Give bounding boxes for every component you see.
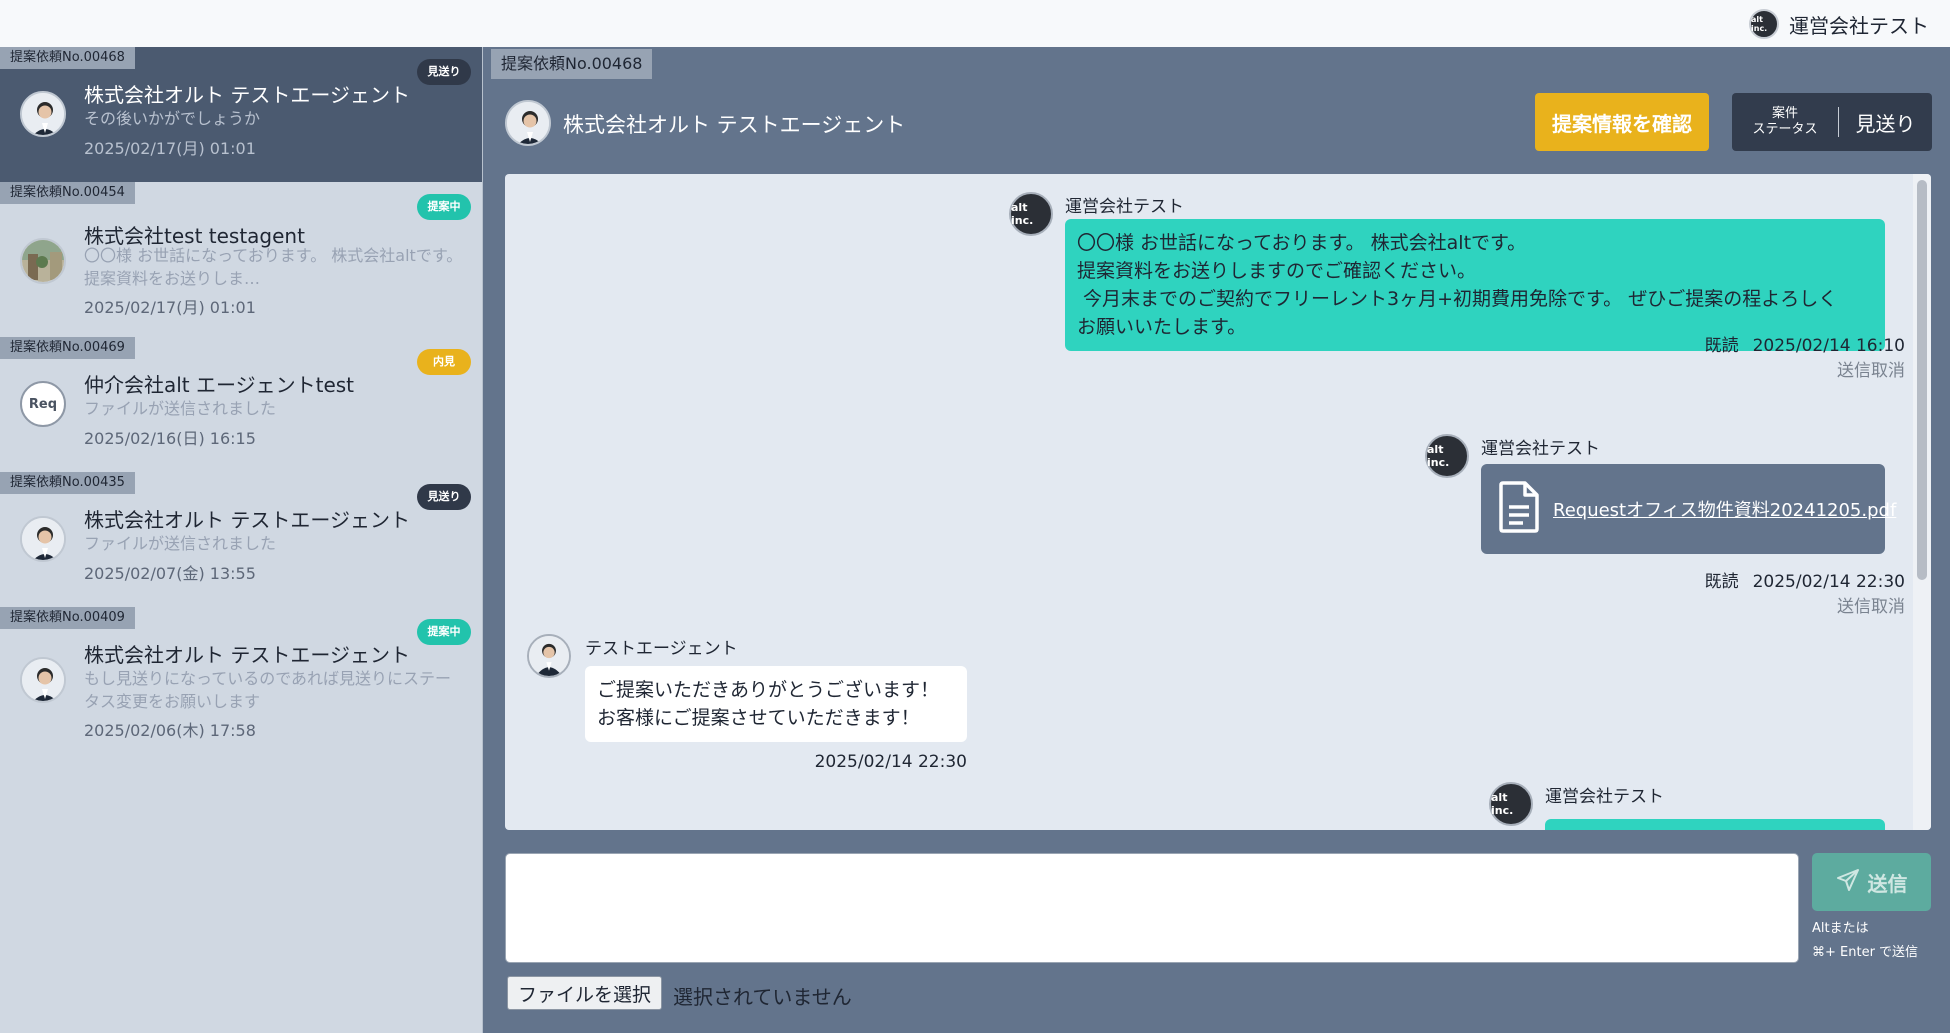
message-line: お客様にご提案させていただきます！	[597, 707, 920, 729]
send-label: 送信	[1867, 871, 1908, 896]
message-meta: 既読 2025/02/14 16:10	[1705, 331, 1905, 356]
timestamp: 2025/02/17(月) 01:01	[84, 298, 256, 317]
user-name: 運営会社テスト	[1789, 13, 1929, 38]
scrollbar[interactable]	[1913, 174, 1931, 830]
agent-avatar	[505, 100, 551, 146]
status-badge: 提案中	[417, 194, 471, 220]
proposal-list-item[interactable]: 提案依頼No.00468 見送り 株式会社オルト テストエージェント その後いか…	[0, 47, 483, 182]
read-receipt: 既読	[1704, 572, 1739, 592]
unsend-link[interactable]: 送信取消	[1837, 592, 1905, 617]
sender-avatar: alt inc.	[1489, 782, 1533, 826]
agent-avatar: Req	[20, 381, 66, 427]
agent-avatar	[20, 91, 66, 137]
unsend-link[interactable]: 送信取消	[1837, 356, 1905, 381]
agent-avatar	[527, 634, 571, 678]
file-download-link[interactable]: Requestオフィス物件資料20241205.pdf	[1553, 496, 1896, 522]
message-bubble	[1545, 819, 1885, 830]
proposal-list-item[interactable]: 提案依頼No.00454 提案中 株式会社test testagent 〇〇様 …	[0, 182, 483, 337]
message-meta: 既読 2025/02/14 22:30	[1705, 567, 1905, 592]
sender-name: 運営会社テスト	[1545, 787, 1664, 807]
company-name: 株式会社オルト テストエージェント	[84, 643, 410, 667]
message-input[interactable]	[505, 853, 1799, 963]
request-number: 提案依頼No.00409	[0, 607, 135, 629]
send-shortcut-hint: Altまたは ⌘+ Enter で送信	[1812, 917, 1918, 965]
status-badge: 提案中	[417, 619, 471, 645]
user-menu[interactable]: alt inc. 運営会社テスト	[1749, 8, 1929, 40]
chat-title: 株式会社オルト テストエージェント	[563, 113, 906, 137]
case-status-value: 見送り	[1855, 111, 1916, 136]
agent-avatar	[20, 238, 66, 284]
message-preview: その後いかがでしょうか	[84, 109, 261, 128]
sender-name: テストエージェント	[585, 639, 738, 659]
status-badge: 見送り	[417, 484, 471, 510]
sender-avatar: alt inc.	[1425, 434, 1469, 478]
proposal-list: 提案依頼No.00468 見送り 株式会社オルト テストエージェント その後いか…	[0, 47, 483, 1033]
message-line: ご提案いただきありがとうございます！	[597, 679, 940, 701]
status-badge: 見送り	[417, 59, 471, 85]
file-attachment-bubble[interactable]: Requestオフィス物件資料20241205.pdf	[1481, 464, 1896, 554]
read-receipt: 既読	[1704, 336, 1739, 356]
proposal-list-item[interactable]: 提案依頼No.00409 提案中 株式会社オルト テストエージェント もし見送り…	[0, 607, 483, 757]
choose-file-button[interactable]: ファイルを選択	[507, 976, 663, 1010]
sender-name: 運営会社テスト	[1481, 439, 1600, 459]
message-preview: ファイルが送信されました	[84, 534, 277, 553]
agent-avatar	[20, 516, 66, 562]
message-timestamp: 2025/02/14 16:10	[1752, 336, 1905, 356]
message-preview: ファイルが送信されました	[84, 399, 277, 418]
chat-main: 提案依頼No.00468 株式会社オルト テストエージェント 提案情報を確認 案…	[483, 47, 1950, 1033]
case-status-label: 案件 ステータス	[1732, 106, 1838, 138]
send-shortcut-line1: Altまたは	[1812, 921, 1869, 936]
company-name: 株式会社オルト テストエージェント	[84, 83, 410, 107]
message-timestamp: 2025/02/14 22:30	[814, 752, 967, 772]
send-shortcut-line2: ⌘+ Enter で送信	[1812, 945, 1919, 960]
company-name: 株式会社オルト テストエージェント	[84, 508, 410, 532]
agent-avatar	[20, 657, 66, 703]
proposal-list-item[interactable]: 提案依頼No.00469 内見 Req 仲介会社alt エージェントtest フ…	[0, 337, 483, 472]
message-preview: 〇〇様 お世話になっております。 株式会社altです。 提案資料をお送りしま…	[84, 246, 463, 288]
timestamp: 2025/02/07(金) 13:55	[84, 564, 256, 583]
top-header: alt inc. 運営会社テスト	[0, 0, 1950, 47]
message-line: 〇〇様 お世話になっております。 株式会社altです。	[1077, 232, 1527, 254]
message-preview: もし見送りになっているのであれば見送りにステータス変更をお願いします	[84, 669, 452, 711]
case-status-selector[interactable]: 案件 ステータス 見送り	[1732, 93, 1932, 151]
no-file-selected-text: 選択されていません	[673, 985, 852, 1009]
proposal-list-item[interactable]: 提案依頼No.00435 見送り 株式会社オルト テストエージェント ファイルが…	[0, 472, 483, 607]
message-bubble: ご提案いただきありがとうございます！ お客様にご提案させていただきます！	[585, 666, 967, 742]
timestamp: 2025/02/06(木) 17:58	[84, 721, 256, 740]
status-badge: 内見	[417, 349, 471, 375]
view-proposal-info-button[interactable]: 提案情報を確認	[1535, 93, 1709, 151]
sender-avatar: alt inc.	[1009, 192, 1053, 236]
message-timestamp: 2025/02/14 22:30	[1752, 572, 1905, 592]
company-name: 仲介会社alt エージェントtest	[84, 373, 355, 397]
request-number: 提案依頼No.00454	[0, 182, 135, 204]
timestamp: 2025/02/17(月) 01:01	[84, 139, 256, 158]
document-icon	[1497, 481, 1541, 537]
request-number: 提案依頼No.00468	[491, 49, 653, 79]
sender-name: 運営会社テスト	[1065, 197, 1184, 217]
paper-plane-icon	[1836, 868, 1860, 897]
request-number: 提案依頼No.00435	[0, 472, 135, 494]
scrollbar-thumb[interactable]	[1917, 180, 1927, 580]
message-line: 今月末までのご契約でフリーレント3ヶ月+初期費用免除です。 ぜひご提案の程よろし…	[1077, 288, 1838, 310]
send-button[interactable]: 送信	[1812, 853, 1931, 911]
request-number: 提案依頼No.00469	[0, 337, 135, 359]
message-thread[interactable]: alt inc. 運営会社テスト 〇〇様 お世話になっております。 株式会社al…	[505, 174, 1931, 830]
company-logo-icon: alt inc.	[1749, 9, 1779, 39]
timestamp: 2025/02/16(日) 16:15	[84, 429, 256, 448]
message-line: 提案資料をお送りしますのでご確認ください。	[1077, 260, 1477, 282]
case-status-label-line2: ステータス	[1752, 122, 1818, 137]
request-number: 提案依頼No.00468	[0, 47, 135, 69]
case-status-label-line1: 案件	[1771, 106, 1798, 121]
